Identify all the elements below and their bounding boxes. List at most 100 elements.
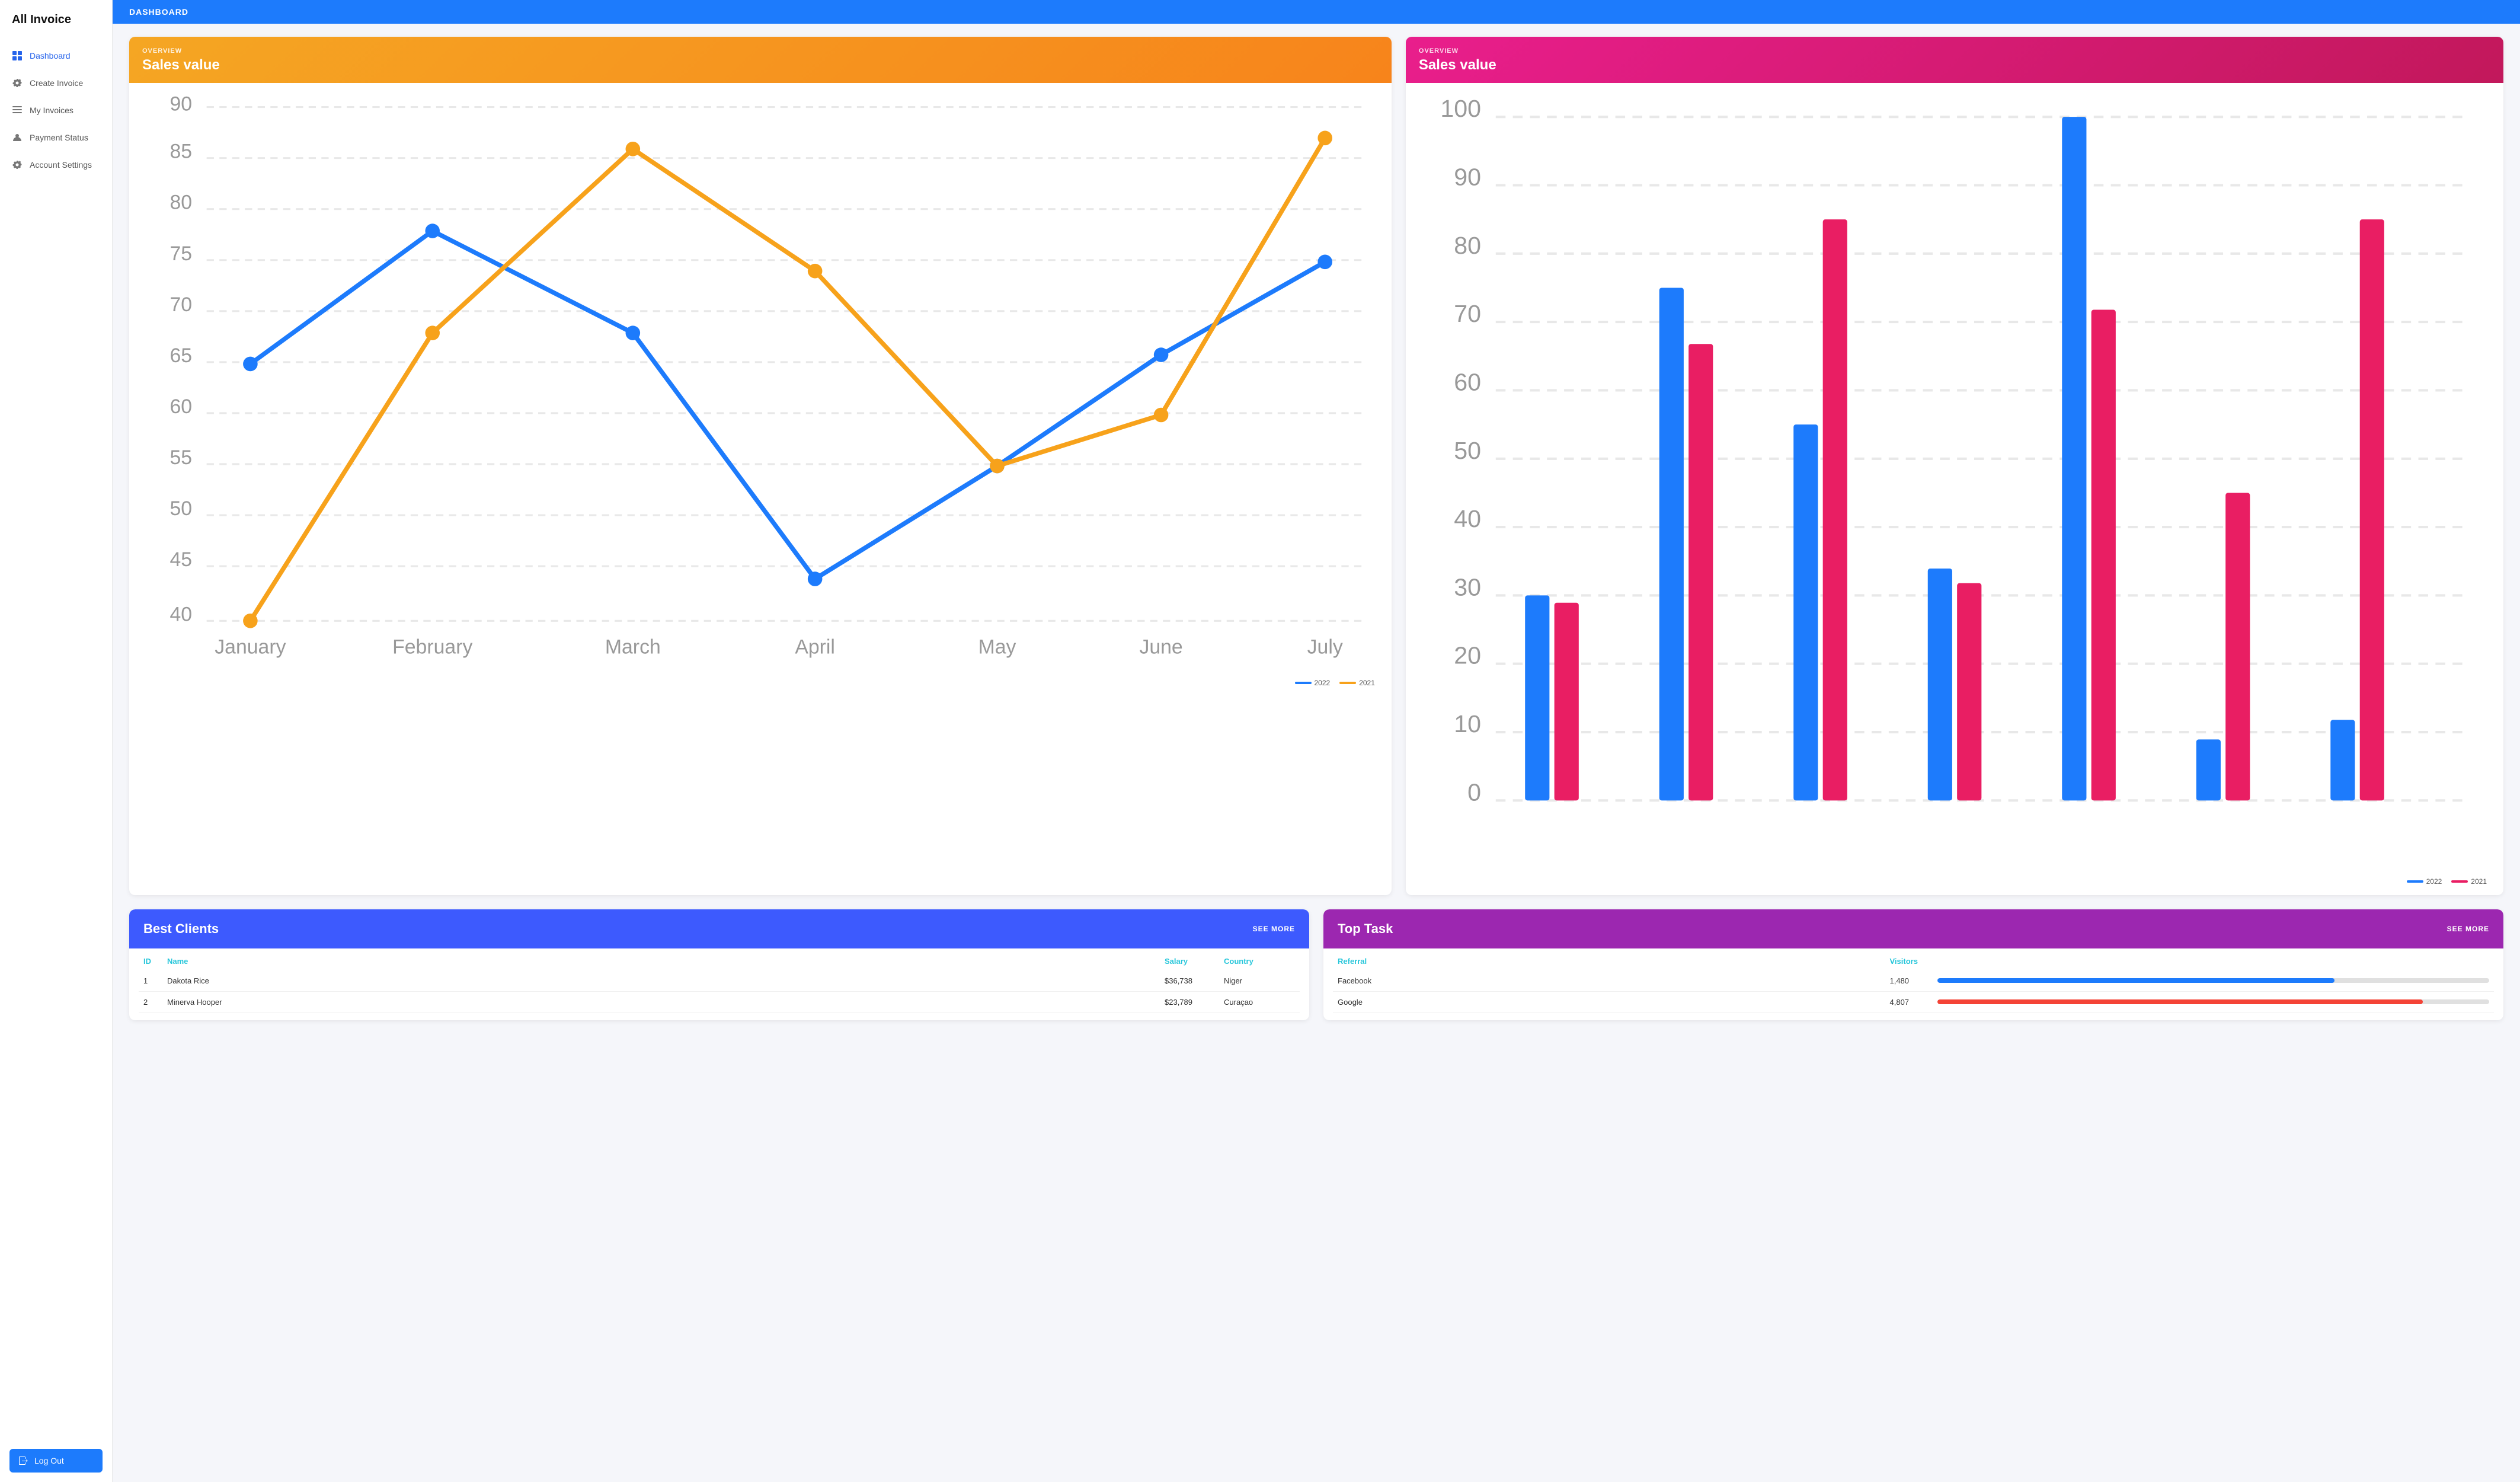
svg-text:50: 50 — [170, 497, 192, 520]
svg-text:March: March — [605, 636, 661, 659]
client-1-id: 1 — [143, 976, 167, 985]
bottom-row: Best Clients SEE MORE ID Name Salary Cou… — [129, 909, 2503, 1020]
task-col-referral: Referral — [1338, 957, 1890, 966]
bar-chart-overview-label: OVERVIEW — [1419, 47, 2490, 55]
person-icon — [12, 132, 23, 143]
sidebar-label-create-invoice: Create Invoice — [30, 78, 83, 88]
logout-button[interactable]: Log Out — [9, 1449, 103, 1473]
client-1-salary: $36,738 — [1165, 976, 1224, 985]
bar-legend-item-2022: 2022 — [2407, 877, 2442, 886]
best-clients-see-more[interactable]: SEE MORE — [1253, 925, 1295, 933]
svg-text:10: 10 — [1454, 710, 1481, 737]
top-task-card: Top Task SEE MORE Referral Visitors Face… — [1323, 909, 2503, 1020]
col-country: Country — [1224, 957, 1295, 966]
line-chart-header: OVERVIEW Sales value — [129, 37, 1392, 83]
legend-dot-2022 — [1295, 682, 1312, 684]
bar-chart-legend: 2022 2021 — [1418, 874, 2492, 888]
bar-legend-dot-2022 — [2407, 880, 2423, 883]
sidebar-label-dashboard: Dashboard — [30, 51, 71, 60]
svg-text:40: 40 — [1454, 505, 1481, 532]
client-1-name: Dakota Rice — [167, 976, 1165, 985]
svg-text:30: 30 — [1454, 573, 1481, 601]
line-chart-svg: 40 45 50 55 60 65 70 75 80 85 90 — [141, 92, 1380, 675]
top-task-title: Top Task — [1338, 921, 1393, 937]
task-row-google: Google 4,807 — [1333, 992, 2494, 1013]
task-visitors-google: 4,807 — [1890, 998, 1937, 1007]
client-row-2: 2 Minerva Hooper $23,789 Curaçao — [139, 992, 1300, 1013]
best-clients-header: Best Clients SEE MORE — [129, 909, 1309, 948]
best-clients-body: ID Name Salary Country 1 Dakota Rice $36… — [129, 948, 1309, 1020]
top-task-see-more[interactable]: SEE MORE — [2447, 925, 2489, 933]
sidebar-label-account-settings: Account Settings — [30, 160, 92, 170]
client-2-name: Minerva Hooper — [167, 998, 1165, 1007]
line-chart-card: OVERVIEW Sales value 40 45 50 55 60 65 — [129, 37, 1392, 895]
dashboard-content: OVERVIEW Sales value 40 45 50 55 60 65 — [113, 24, 2520, 1033]
svg-text:60: 60 — [1454, 368, 1481, 395]
svg-text:July: July — [1307, 636, 1343, 659]
list-icon — [12, 105, 23, 116]
task-progress-fill-facebook — [1937, 978, 2335, 983]
charts-row: OVERVIEW Sales value 40 45 50 55 60 65 — [129, 37, 2503, 895]
legend-item-2021: 2021 — [1339, 679, 1375, 687]
bar-legend-dot-2021 — [2451, 880, 2468, 883]
task-col-bar — [1937, 957, 2490, 966]
svg-text:February: February — [392, 636, 472, 659]
svg-text:100: 100 — [1440, 95, 1481, 122]
svg-text:40: 40 — [170, 603, 192, 625]
line-chart-title: Sales value — [142, 57, 1379, 74]
bar-legend-label-2022: 2022 — [2426, 877, 2442, 886]
legend-label-2022: 2022 — [1315, 679, 1331, 687]
sidebar-label-my-invoices: My Invoices — [30, 106, 73, 115]
task-row-facebook: Facebook 1,480 — [1333, 970, 2494, 992]
top-task-body: Referral Visitors Facebook 1,480 Google … — [1323, 948, 2503, 1020]
logout-label: Log Out — [34, 1456, 64, 1465]
best-clients-card: Best Clients SEE MORE ID Name Salary Cou… — [129, 909, 1309, 1020]
bar-chart-title: Sales value — [1419, 57, 2490, 74]
sidebar: All Invoice Dashboard Create Invoice — [0, 0, 113, 1482]
bar-chart-container: 0 10 20 30 40 50 60 70 80 90 100 — [1418, 92, 2492, 874]
svg-text:60: 60 — [170, 395, 192, 418]
gear-icon-create — [12, 78, 23, 88]
best-clients-title: Best Clients — [143, 921, 219, 937]
sidebar-label-payment-status: Payment Status — [30, 133, 88, 142]
svg-text:May: May — [978, 636, 1016, 659]
legend-label-2021: 2021 — [1359, 679, 1375, 687]
task-progress-facebook — [1937, 978, 2490, 983]
bar-legend-item-2021: 2021 — [2451, 877, 2487, 886]
line-chart-body: 40 45 50 55 60 65 70 75 80 85 90 — [129, 83, 1392, 697]
topbar: DASHBOARD — [113, 0, 2520, 24]
svg-text:45: 45 — [170, 548, 192, 571]
client-2-country: Curaçao — [1224, 998, 1295, 1007]
sidebar-item-payment-status[interactable]: Payment Status — [0, 124, 112, 151]
legend-dot-2021 — [1339, 682, 1356, 684]
sidebar-item-account-settings[interactable]: Account Settings — [0, 151, 112, 178]
task-col-visitors: Visitors — [1890, 957, 1937, 966]
client-2-salary: $23,789 — [1165, 998, 1224, 1007]
task-table-header: Referral Visitors — [1333, 948, 2494, 970]
gear-icon-settings — [12, 159, 23, 170]
task-progress-fill-google — [1937, 999, 2423, 1004]
svg-text:55: 55 — [170, 446, 192, 469]
svg-text:90: 90 — [1454, 163, 1481, 190]
line-chart-legend: 2022 2021 — [141, 675, 1380, 689]
svg-text:80: 80 — [170, 191, 192, 214]
client-2-id: 2 — [143, 998, 167, 1007]
bar-chart-header: OVERVIEW Sales value — [1406, 37, 2503, 83]
svg-text:85: 85 — [170, 140, 192, 163]
svg-text:90: 90 — [170, 93, 192, 116]
sidebar-item-dashboard[interactable]: Dashboard — [0, 42, 112, 69]
svg-text:65: 65 — [170, 344, 192, 367]
legend-item-2022: 2022 — [1295, 679, 1331, 687]
sidebar-item-create-invoice[interactable]: Create Invoice — [0, 69, 112, 97]
svg-text:20: 20 — [1454, 642, 1481, 669]
svg-text:0: 0 — [1467, 778, 1481, 806]
main-content: DASHBOARD OVERVIEW Sales value 40 45 50 — [113, 0, 2520, 1482]
app-logo: All Invoice — [0, 0, 112, 37]
sidebar-item-my-invoices[interactable]: My Invoices — [0, 97, 112, 124]
task-visitors-facebook: 1,480 — [1890, 976, 1937, 985]
svg-text:January: January — [215, 636, 286, 659]
task-referral-google: Google — [1338, 998, 1890, 1007]
top-task-header: Top Task SEE MORE — [1323, 909, 2503, 948]
topbar-title: DASHBOARD — [129, 7, 188, 17]
svg-text:50: 50 — [1454, 437, 1481, 464]
